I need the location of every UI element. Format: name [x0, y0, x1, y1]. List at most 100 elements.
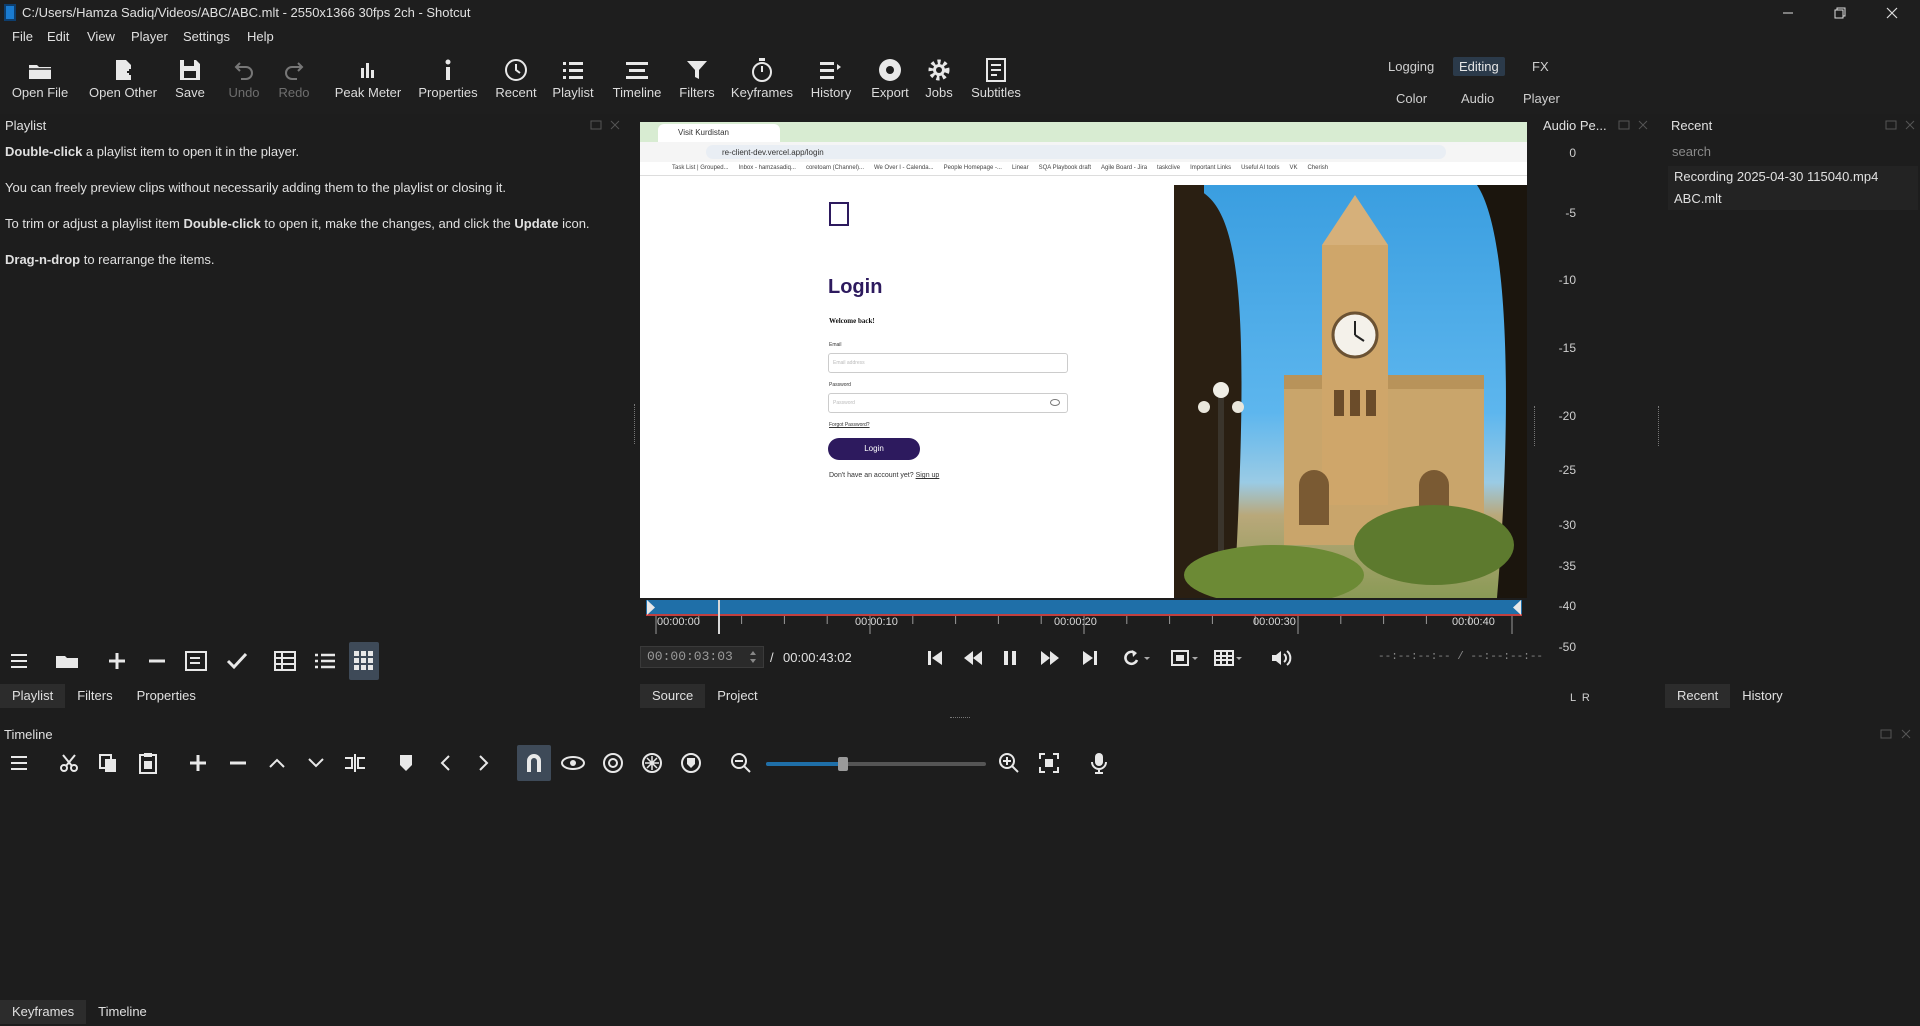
remove-icon[interactable]	[142, 642, 172, 680]
save-button[interactable]: Save	[170, 55, 210, 107]
checkmark-icon[interactable]	[222, 642, 252, 680]
open-other-button[interactable]: Open Other	[84, 55, 162, 107]
float-icon[interactable]	[1885, 120, 1899, 132]
icon-view-icon[interactable]	[349, 642, 379, 680]
zoom-fit-icon[interactable]	[1170, 648, 1200, 668]
playlist-button[interactable]: Playlist	[548, 55, 598, 107]
overwrite-icon[interactable]	[299, 745, 333, 781]
ripple-delete-icon[interactable]	[221, 745, 255, 781]
tab-project[interactable]: Project	[705, 684, 769, 708]
menu-view[interactable]: View	[87, 29, 115, 44]
timecode-spinner[interactable]	[748, 648, 758, 666]
menu-icon[interactable]	[2, 745, 36, 781]
panel-close-icon[interactable]	[1638, 120, 1652, 132]
tab-filters[interactable]: Filters	[65, 684, 124, 708]
menu-settings[interactable]: Settings	[183, 29, 230, 44]
float-icon[interactable]	[590, 120, 604, 132]
recent-button[interactable]: Recent	[492, 55, 540, 107]
tab-playlist[interactable]: Playlist	[0, 684, 66, 708]
skip-next-icon[interactable]	[1080, 648, 1100, 668]
history-button[interactable]: History	[806, 55, 856, 107]
split-icon[interactable]	[338, 745, 372, 781]
vertical-splitter[interactable]	[950, 717, 970, 721]
scrub-icon[interactable]	[556, 745, 590, 781]
recent-item[interactable]: Recording 2025-04-30 115040.mp4	[1668, 166, 1918, 188]
pause-icon[interactable]	[1001, 648, 1019, 668]
zoom-fit-icon[interactable]	[1032, 745, 1066, 781]
layout-audio[interactable]: Audio	[1461, 91, 1494, 106]
export-button[interactable]: Export	[866, 55, 914, 107]
menu-help[interactable]: Help	[247, 29, 274, 44]
rewind-icon[interactable]	[962, 648, 984, 668]
tab-recent[interactable]: Recent	[1665, 684, 1731, 708]
open-file-button[interactable]: Open File	[8, 55, 72, 107]
redo-button[interactable]: Redo	[274, 55, 314, 107]
timeline-button[interactable]: Timeline	[606, 55, 668, 107]
timecode-field[interactable]: 00:00:03:03	[640, 646, 764, 668]
open-icon[interactable]	[52, 642, 82, 680]
tab-timeline[interactable]: Timeline	[86, 1000, 159, 1024]
filters-button[interactable]: Filters	[674, 55, 720, 107]
layout-color[interactable]: Color	[1396, 91, 1427, 106]
tab-history[interactable]: History	[1730, 684, 1794, 708]
float-icon[interactable]	[1618, 120, 1632, 132]
tab-keyframes[interactable]: Keyframes	[0, 1000, 87, 1024]
snap-icon[interactable]	[517, 745, 551, 781]
layout-player[interactable]: Player	[1523, 91, 1560, 106]
panel-close-icon[interactable]	[1901, 729, 1915, 741]
update-icon[interactable]	[182, 642, 212, 680]
append-icon[interactable]	[181, 745, 215, 781]
scrubber-bar[interactable]: 00:00:00 00:00:10 00:00:20 00:00:30 00:0…	[646, 600, 1522, 634]
panel-close-icon[interactable]	[1905, 120, 1919, 132]
ripple-icon[interactable]	[596, 745, 630, 781]
tab-source[interactable]: Source	[640, 684, 706, 708]
float-icon[interactable]	[1880, 729, 1894, 741]
minimize-icon[interactable]	[1762, 0, 1814, 25]
zoom-out-icon[interactable]	[724, 745, 758, 781]
splitter-handle[interactable]	[634, 404, 636, 444]
layout-fx[interactable]: FX	[1532, 59, 1549, 74]
recent-search-input[interactable]: search	[1668, 142, 1918, 162]
lift-icon[interactable]	[260, 745, 294, 781]
jobs-button[interactable]: Jobs	[920, 55, 958, 107]
grid-icon[interactable]	[1213, 648, 1243, 668]
record-audio-icon[interactable]	[1082, 745, 1116, 781]
menu-player[interactable]: Player	[131, 29, 168, 44]
subtitles-button[interactable]: Subtitles	[966, 55, 1026, 107]
zoom-slider-handle[interactable]	[838, 757, 848, 771]
layout-logging[interactable]: Logging	[1388, 59, 1434, 74]
video-viewer[interactable]: Visit Kurdistan re-client-dev.vercel.app…	[640, 122, 1527, 598]
splitter-handle[interactable]	[1534, 406, 1536, 446]
splitter-handle[interactable]	[1658, 406, 1660, 446]
undo-button[interactable]: Undo	[224, 55, 264, 107]
details-view-icon[interactable]	[270, 642, 300, 680]
prev-marker-icon[interactable]	[428, 745, 462, 781]
peak-meter-button[interactable]: Peak Meter	[330, 55, 406, 107]
marker-icon[interactable]	[389, 745, 423, 781]
zoom-in-icon[interactable]	[992, 745, 1026, 781]
close-icon[interactable]	[1866, 0, 1918, 25]
panel-close-icon[interactable]	[610, 120, 624, 132]
zoom-slider[interactable]	[766, 757, 986, 771]
cut-icon[interactable]	[52, 745, 86, 781]
properties-button[interactable]: Properties	[414, 55, 482, 107]
paste-icon[interactable]	[131, 745, 165, 781]
loop-icon[interactable]	[1120, 648, 1150, 668]
list-view-icon[interactable]	[310, 642, 340, 680]
ripple-markers-icon[interactable]	[674, 745, 708, 781]
menu-file[interactable]: File	[12, 29, 33, 44]
menu-icon[interactable]	[4, 642, 34, 680]
restore-icon[interactable]	[1814, 0, 1866, 25]
keyframes-button[interactable]: Keyframes	[726, 55, 798, 107]
layout-editing[interactable]: Editing	[1453, 57, 1505, 76]
tab-properties[interactable]: Properties	[125, 684, 208, 708]
playhead[interactable]	[717, 600, 720, 634]
next-marker-icon[interactable]	[467, 745, 501, 781]
volume-icon[interactable]	[1270, 648, 1294, 668]
copy-icon[interactable]	[91, 745, 125, 781]
recent-item[interactable]: ABC.mlt	[1668, 188, 1918, 210]
ripple-all-icon[interactable]	[635, 745, 669, 781]
add-icon[interactable]	[102, 642, 132, 680]
skip-previous-icon[interactable]	[925, 648, 945, 668]
menu-edit[interactable]: Edit	[47, 29, 69, 44]
